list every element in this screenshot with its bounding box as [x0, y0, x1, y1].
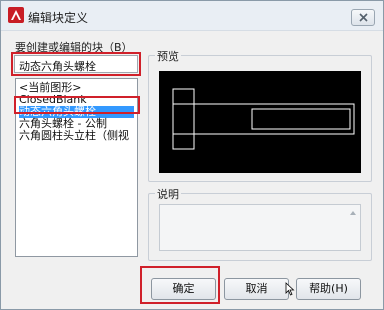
close-icon: [359, 13, 368, 22]
cancel-button[interactable]: 取消: [224, 278, 289, 300]
edit-block-definition-dialog: 编辑块定义 要创建或编辑的块（B） 动态六角头螺栓 <当前图形> ClosedB…: [0, 0, 384, 310]
list-item-hex-socket-post[interactable]: 六角圆柱头立柱（侧视: [19, 130, 129, 142]
block-preview: [159, 71, 361, 173]
close-button[interactable]: [351, 9, 375, 26]
help-button[interactable]: 帮助(H): [296, 278, 361, 300]
autocad-logo-icon: [8, 7, 24, 23]
title-bar[interactable]: 编辑块定义: [1, 1, 383, 31]
description-field[interactable]: [159, 204, 361, 251]
description-label: 说明: [155, 186, 181, 202]
annotation-highlight-ok: [140, 266, 220, 304]
cursor-icon: [285, 282, 295, 296]
preview-label: 预览: [155, 48, 181, 64]
scroll-up-icon[interactable]: [350, 211, 356, 215]
window-title: 编辑块定义: [28, 11, 89, 25]
annotation-highlight-name: [11, 52, 141, 76]
annotation-highlight-list: [14, 96, 140, 114]
